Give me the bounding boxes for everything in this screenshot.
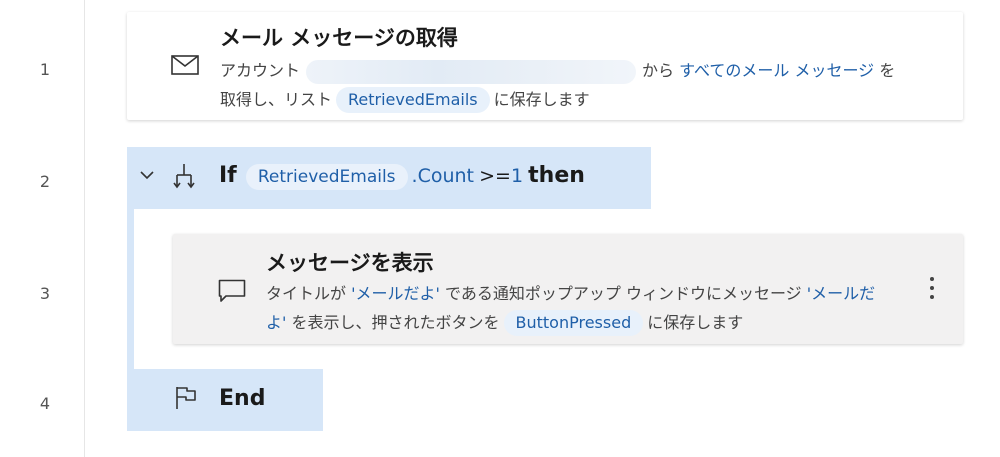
keyword-if: If bbox=[219, 163, 237, 188]
line-number: 4 bbox=[39, 394, 51, 413]
variable-pill[interactable]: ButtonPressed bbox=[503, 310, 644, 336]
variable-pill[interactable]: RetrievedEmails bbox=[245, 164, 408, 190]
desc-text: を表示し、押されたボタンを bbox=[291, 313, 500, 332]
variable-pill[interactable]: RetrievedEmails bbox=[336, 87, 490, 113]
flow-designer: 1 2 3 4 メール メッセージの取得 アカウント から すべてのメール メッセ… bbox=[0, 0, 1000, 457]
action-description-line1: タイトルが 'メールだよ' である通知ポップアップ ウィンドウにメッセージ 'メ… bbox=[266, 279, 875, 308]
desc-text: に保存します bbox=[493, 90, 590, 109]
param-link-all-messages[interactable]: すべてのメール メッセージ bbox=[679, 61, 874, 80]
action-card-display-message[interactable]: メッセージを表示 タイトルが 'メールだよ' である通知ポップアップ ウィンドウ… bbox=[173, 234, 963, 344]
end-label: End bbox=[219, 386, 266, 411]
desc-text: 取得し、リスト bbox=[220, 90, 333, 109]
action-description-line2: 取得し、リスト RetrievedEmails に保存します bbox=[220, 85, 590, 114]
operator: >= bbox=[479, 165, 511, 187]
desc-text: に保存します bbox=[647, 313, 744, 332]
line-number: 3 bbox=[39, 284, 51, 303]
chevron-down-icon[interactable] bbox=[139, 169, 155, 181]
gutter-divider bbox=[84, 0, 85, 457]
desc-text: から bbox=[642, 61, 675, 80]
keyword-then: then bbox=[528, 163, 585, 188]
line-number: 1 bbox=[39, 60, 51, 79]
action-description-line1: アカウント から すべてのメール メッセージ を bbox=[220, 56, 895, 85]
action-title: メール メッセージの取得 bbox=[220, 26, 458, 50]
property-count: .Count bbox=[411, 165, 475, 187]
line-number-gutter: 1 2 3 4 bbox=[0, 0, 84, 457]
if-condition: If RetrievedEmails .Count >=1 then bbox=[219, 160, 585, 193]
param-message-value-cont[interactable]: よ' bbox=[266, 313, 286, 332]
if-block-rail bbox=[127, 209, 134, 369]
desc-text: である通知ポップアップ ウィンドウにメッセージ bbox=[445, 284, 802, 303]
mail-icon bbox=[171, 55, 199, 75]
param-title-value[interactable]: 'メールだよ' bbox=[351, 284, 440, 303]
line-number: 2 bbox=[39, 172, 51, 191]
branch-icon bbox=[173, 164, 195, 189]
action-title: メッセージを表示 bbox=[266, 251, 434, 275]
more-vertical-icon[interactable] bbox=[930, 277, 934, 304]
compare-value: 1 bbox=[510, 165, 524, 187]
action-card-retrieve-emails[interactable]: メール メッセージの取得 アカウント から すべてのメール メッセージ を 取得し… bbox=[127, 12, 963, 120]
desc-text: アカウント bbox=[220, 61, 301, 80]
flag-icon bbox=[176, 387, 196, 409]
desc-text: タイトルが bbox=[266, 284, 347, 303]
redacted-account bbox=[306, 59, 637, 84]
desc-text: を bbox=[879, 61, 896, 80]
message-icon bbox=[218, 279, 246, 302]
action-description-line2: よ' を表示し、押されたボタンを ButtonPressed に保存します bbox=[266, 308, 743, 337]
param-message-value[interactable]: 'メールだ bbox=[807, 284, 875, 303]
